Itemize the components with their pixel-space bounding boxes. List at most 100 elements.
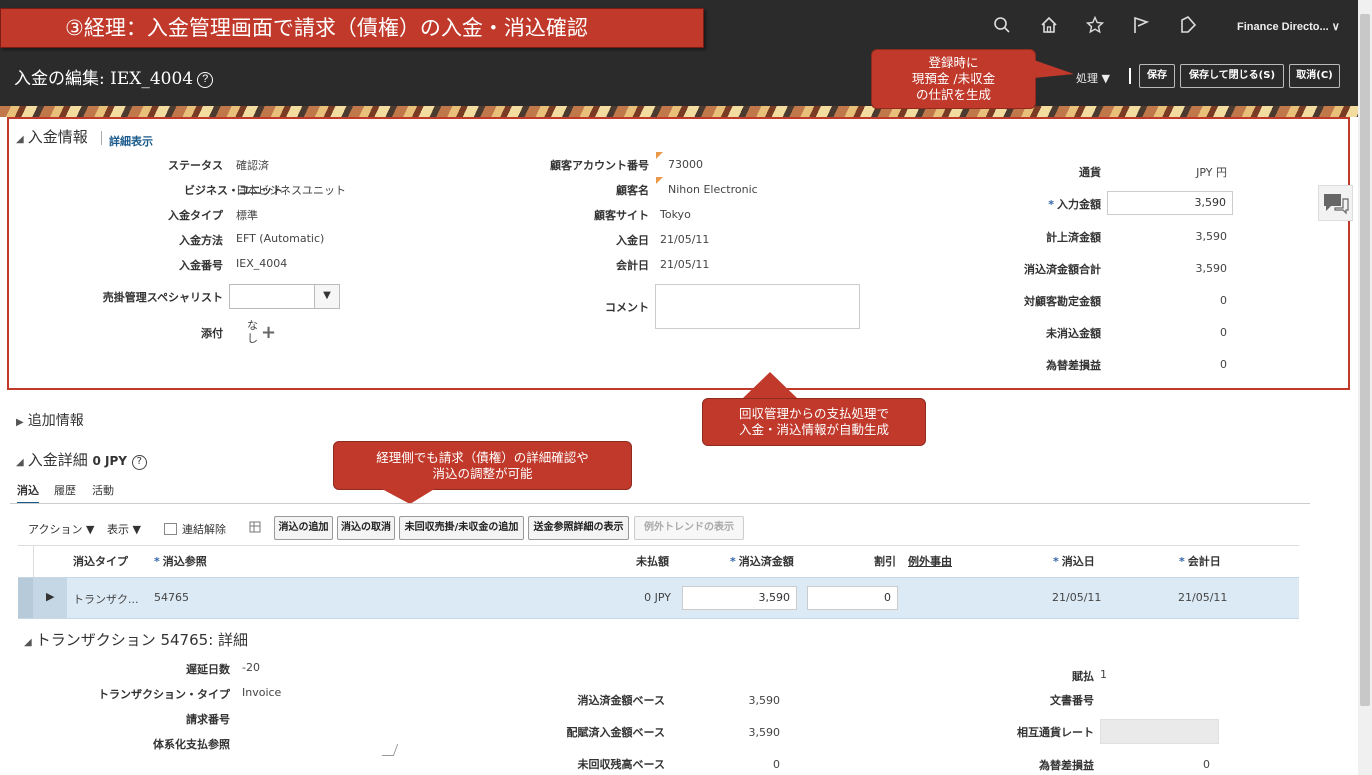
cell-reference[interactable]: 54765 — [154, 591, 189, 604]
entered-amount-label: 入力金額 — [1057, 198, 1101, 211]
exception-trend-button[interactable]: 例外トレンドの表示 — [634, 516, 744, 540]
col-header-apply-date[interactable]: * 消込日 — [1053, 553, 1095, 569]
receipt-info-heading[interactable]: ◢ 入金情報 — [16, 126, 88, 147]
additional-info-heading[interactable]: ▶ 追加情報 — [16, 410, 84, 430]
specialist-label: 売掛管理スペシャリスト — [102, 291, 223, 304]
applied-amount-input[interactable]: 3,590 — [682, 586, 797, 610]
field-label: 顧客アカウント番号 — [550, 159, 649, 172]
detach-button[interactable]: 連結解除 — [164, 521, 226, 537]
field-label: 消込済金額ベース — [577, 694, 665, 707]
additional-info-title: 追加情報 — [27, 413, 84, 429]
add-open-receivables-button[interactable]: 未回収売掛/未収金の追加 — [399, 516, 524, 540]
help-icon[interactable]: ? — [131, 455, 147, 470]
specialist-select[interactable]: ▼ — [229, 284, 340, 309]
table-header-top — [18, 545, 1299, 546]
slide-title-banner: ③経理：入金管理画面で請求（債権）の入金・消込確認 — [0, 8, 704, 48]
tab-history[interactable]: 履歴 — [54, 482, 76, 498]
bell-icon[interactable] — [1178, 16, 1198, 36]
transaction-detail-heading[interactable]: ◢ トランザクション 54765: 詳細 — [24, 629, 248, 650]
resize-handle[interactable] — [381, 744, 399, 756]
field-value: Nihon Electronic — [668, 183, 758, 196]
view-dropdown[interactable]: 表示 ▼ — [107, 521, 141, 537]
field-value: 3,590 — [1195, 262, 1228, 275]
detach-label: 連結解除 — [182, 523, 226, 536]
tab-application[interactable]: 消込 — [17, 482, 39, 504]
caret-down-icon: ▼ — [132, 523, 141, 536]
comment-textarea[interactable] — [655, 284, 860, 329]
add-attachment-icon[interactable]: + — [261, 322, 276, 343]
field-label: 対顧客勘定金額 — [1024, 295, 1101, 308]
cancel-button[interactable]: 取消(C) — [1289, 64, 1340, 88]
comment-label: コメント — [605, 301, 649, 314]
freeze-icon[interactable] — [249, 519, 265, 538]
col-header-type[interactable]: 消込タイプ — [73, 553, 128, 569]
field-value: 73000 — [668, 158, 703, 171]
expand-triangle-icon: ▶ — [46, 590, 55, 603]
field-value: -20 — [242, 661, 260, 674]
row-selector[interactable] — [18, 578, 33, 618]
search-icon[interactable] — [992, 16, 1012, 36]
caret-down-icon: ▼ — [1101, 72, 1110, 85]
field-value: 確認済 — [236, 159, 269, 172]
home-icon[interactable] — [1039, 16, 1059, 36]
flag-icon[interactable] — [1131, 16, 1151, 36]
field-label: 未消込金額 — [1046, 327, 1101, 340]
unapply-button[interactable]: 消込の取消 — [337, 516, 395, 540]
field-value: 3,590 — [748, 694, 781, 707]
actions-dropdown-label: アクション — [28, 523, 83, 536]
field-value: EFT (Automatic) — [236, 232, 325, 245]
required-marker: * — [154, 555, 160, 568]
attachment-label: 添付 — [201, 327, 223, 340]
add-application-button[interactable]: 消込の追加 — [274, 516, 333, 540]
save-button[interactable]: 保存 — [1139, 64, 1175, 88]
scrollbar-thumb[interactable] — [1360, 14, 1370, 706]
conversion-rate-field — [1100, 719, 1219, 744]
discount-input[interactable]: 0 — [807, 586, 898, 610]
heading-divider — [101, 131, 102, 145]
field-value: 0 — [773, 758, 780, 771]
save-close-button[interactable]: 保存して閉じる(S) — [1180, 64, 1284, 88]
field-label: * 入力金額 — [960, 196, 1101, 212]
show-detail-link[interactable]: 詳細表示 — [109, 133, 153, 149]
callout-auto-generated: 回収管理からの支払処理で 入金・消込情報が自動生成 — [702, 398, 926, 446]
field-value: 21/05/11 — [660, 233, 710, 246]
required-marker: * — [1053, 555, 1059, 568]
tab-divider — [10, 503, 1310, 504]
col-header-unpaid[interactable]: 未払額 — [636, 553, 669, 569]
field-label: 入金番号 — [179, 259, 223, 272]
field-value: Invoice — [242, 686, 282, 699]
user-name: Finance Directo... — [1237, 21, 1329, 33]
field-label: 消込済金額合計 — [1024, 263, 1101, 276]
transaction-detail-title: トランザクション 54765: 詳細 — [35, 631, 249, 649]
field-label: 顧客名 — [616, 184, 649, 197]
attachment-value: なし — [247, 319, 258, 345]
col-header-reference[interactable]: * 消込参照 — [154, 553, 207, 569]
entered-amount-input[interactable]: 3,590 — [1107, 191, 1233, 215]
col-header-accounting-date[interactable]: * 会計日 — [1179, 553, 1221, 569]
actions-dropdown[interactable]: アクション ▼ — [28, 521, 94, 537]
decorative-banner — [0, 106, 1358, 117]
expand-triangle-icon: ▶ — [16, 417, 24, 428]
view-dropdown-label: 表示 — [107, 523, 129, 536]
page-title-text: 入金の編集: IEX_4004 — [14, 69, 194, 89]
user-menu[interactable]: Finance Directo... ∨ — [1237, 20, 1340, 33]
receipt-detail-heading[interactable]: ◢ 入金詳細 0 JPY ? — [16, 449, 147, 470]
callout-arrow — [742, 372, 798, 399]
callout-arrow — [1034, 60, 1074, 78]
row-expander[interactable]: ▶ — [33, 578, 67, 618]
col-header-applied[interactable]: * 消込済金額 — [730, 553, 794, 569]
col-header-discount[interactable]: 割引 — [874, 553, 896, 569]
field-label: ステータス — [168, 159, 223, 172]
chat-icon[interactable] — [1318, 185, 1353, 221]
field-value: IEX_4004 — [236, 257, 288, 270]
col-header-reason[interactable]: 例外事由 — [908, 553, 952, 569]
tab-activity[interactable]: 活動 — [92, 482, 114, 498]
col-header-apply-date-label: 消込日 — [1061, 555, 1095, 568]
field-value: 0 — [1220, 326, 1227, 339]
help-icon[interactable]: ? — [197, 72, 214, 88]
actions-menu[interactable]: 処理 ▼ — [1076, 70, 1110, 86]
field-value: 標準 — [236, 209, 258, 222]
star-icon[interactable] — [1085, 15, 1105, 36]
vertical-scrollbar[interactable] — [1358, 0, 1372, 775]
view-remittance-button[interactable]: 送金参照詳細の表示 — [528, 516, 629, 540]
